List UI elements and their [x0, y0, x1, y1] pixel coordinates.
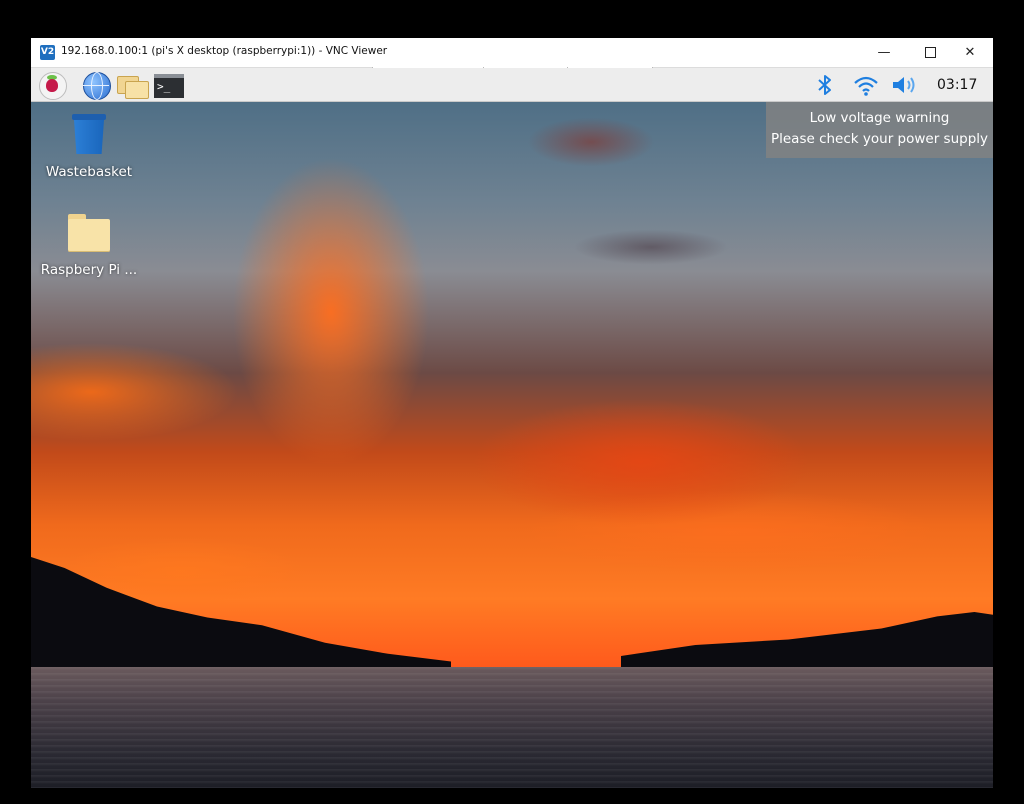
web-browser-button[interactable]	[82, 71, 111, 100]
vnc-viewer-window: V2 192.168.0.100:1 (pi's X desktop (rasp…	[31, 38, 993, 788]
raspberry-pi-menu-button[interactable]	[38, 71, 67, 100]
window-title: 192.168.0.100:1 (pi's X desktop (raspber…	[61, 45, 388, 57]
notification-title: Low voltage warning	[809, 110, 950, 126]
vnc-app-icon: V2	[40, 45, 55, 60]
minimize-button[interactable]: —	[861, 38, 907, 67]
folder-icon	[66, 214, 112, 252]
close-button[interactable]: ✕	[947, 38, 993, 67]
desktop-icon-raspberry-folder[interactable]: Raspbery Pi ...	[34, 214, 144, 278]
file-manager-button[interactable]	[117, 71, 149, 99]
trash-icon	[71, 114, 107, 154]
desktop-area[interactable]: Wastebasket Raspbery Pi ... Low voltage …	[31, 102, 993, 788]
notification-message: Please check your power supply	[770, 131, 989, 147]
raspberry-icon	[46, 79, 58, 92]
terminal-button[interactable]: >_	[154, 71, 184, 99]
low-voltage-notification[interactable]: Low voltage warning Please check your po…	[766, 102, 993, 158]
desktop-icon-label: Wastebasket	[45, 164, 133, 180]
volume-icon[interactable]	[891, 73, 919, 97]
wifi-icon[interactable]	[853, 73, 879, 97]
title-bar[interactable]: V2 192.168.0.100:1 (pi's X desktop (rasp…	[31, 38, 993, 68]
desktop-icon-wastebasket[interactable]: Wastebasket	[34, 114, 144, 180]
wallpaper-sunset-sky	[31, 102, 993, 667]
taskbar-clock[interactable]: 03:17	[937, 77, 977, 93]
desktop-icon-label: Raspbery Pi ...	[40, 262, 138, 278]
terminal-icon: >_	[154, 74, 184, 98]
bluetooth-icon[interactable]	[816, 73, 834, 97]
maximize-icon	[924, 47, 936, 58]
lxde-taskbar: >_ 03:17	[31, 68, 993, 102]
wallpaper-lake	[31, 667, 993, 788]
